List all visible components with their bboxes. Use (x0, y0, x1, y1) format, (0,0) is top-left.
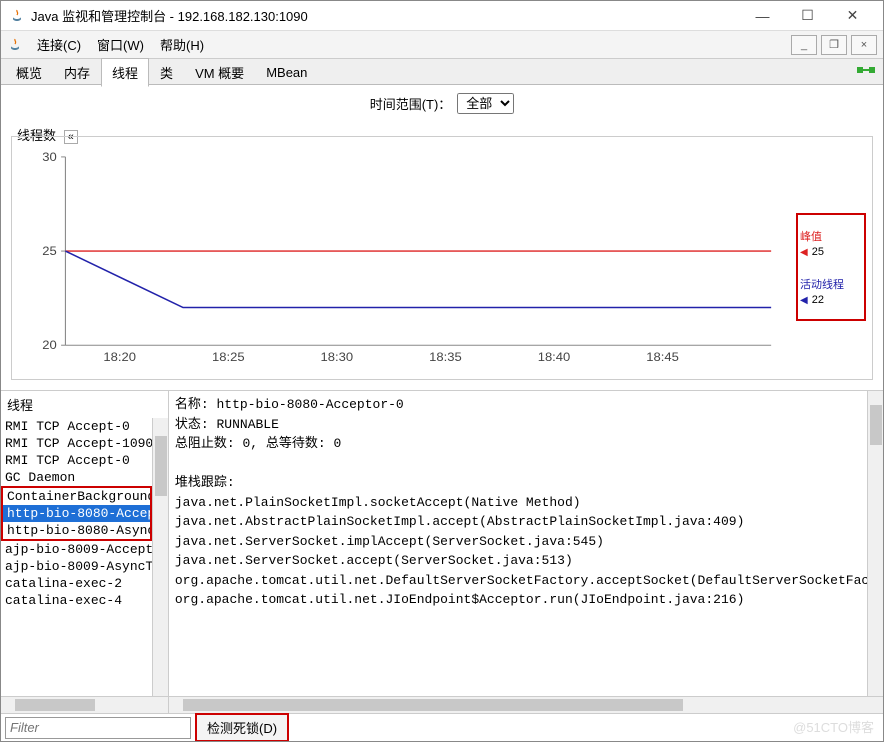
detail-waited-value: 0 (334, 436, 342, 451)
chart-area: 20 25 30 18:20 18:25 18:30 18:35 18:40 18:45 (22, 147, 782, 369)
content-area: 时间范围(T)： 全部 线程数 « 20253018:2018:2518:301… (1, 85, 883, 741)
thread-row[interactable]: ajp-bio-8009-Acceptor- (1, 541, 152, 558)
bottom-bar: 检测死锁(D) (1, 713, 883, 741)
tabbar: 概览 内存 线程 类 VM 概要 MBean (1, 59, 883, 85)
legend-peak-label: 峰值 (800, 228, 862, 244)
legend-peak: 峰值 ◀ 25 (800, 228, 862, 258)
thread-row[interactable]: RMI TCP Accept-0 (1, 452, 152, 469)
time-range-row: 时间范围(T)： 全部 (1, 85, 883, 121)
left-arrow-icon: ◀ (800, 295, 808, 306)
chart-legend: 峰值 ◀ 25 活动线程 ◀ 22 (796, 213, 866, 321)
detail-blocked-label: 总阻止数: (175, 436, 235, 451)
tab-mbean[interactable]: MBean (255, 60, 318, 84)
thread-row[interactable]: http-bio-8080-AsyncTim (1, 522, 152, 541)
detect-deadlock-button[interactable]: 检测死锁(D) (195, 713, 289, 741)
thread-list[interactable]: RMI TCP Accept-0RMI TCP Accept-1090RMI T… (1, 418, 168, 696)
chart-panel: 线程数 « 20253018:2018:2518:3018:3518:4018:… (11, 125, 873, 380)
svg-text:18:20: 18:20 (103, 351, 136, 364)
java-icon (7, 37, 23, 53)
watermark: @51CTO博客 (793, 717, 874, 736)
filter-input[interactable] (5, 717, 191, 739)
titlebar: Java 监视和管理控制台 - 192.168.182.130:1090 — ☐… (1, 1, 883, 31)
thread-row[interactable]: catalina-exec-2 (1, 575, 152, 592)
menu-window[interactable]: 窗口(W) (89, 33, 152, 56)
chart-box: 20 25 30 18:20 18:25 18:30 18:35 18:40 18:45 峰值 … (11, 136, 873, 380)
svg-text:18:45: 18:45 (646, 351, 679, 364)
legend-peak-value: 25 (812, 246, 824, 258)
time-range-select[interactable]: 全部 (457, 93, 514, 114)
tab-vm-summary[interactable]: VM 概要 (184, 58, 255, 86)
minimize-button[interactable]: — (740, 2, 785, 30)
window-controls: — ☐ ✕ (740, 2, 875, 30)
tab-classes[interactable]: 类 (149, 58, 184, 86)
detail-state-value: RUNNABLE (217, 417, 279, 432)
tab-overview[interactable]: 概览 (5, 58, 53, 86)
connection-status-icon (857, 64, 875, 79)
mdi-close-button[interactable]: × (851, 35, 877, 55)
svg-text:20: 20 (42, 339, 57, 352)
menubar: 连接(C) 窗口(W) 帮助(H) _ ❐ × (1, 31, 883, 59)
svg-text:25: 25 (42, 245, 57, 258)
svg-text:18:25: 18:25 (212, 351, 245, 364)
thread-row[interactable]: ContainerBackgroundPro (1, 486, 152, 505)
thread-list-vscroll[interactable] (152, 418, 168, 696)
window-title: Java 监视和管理控制台 - 192.168.182.130:1090 (31, 6, 740, 25)
thread-row[interactable]: ajp-bio-8009-AsyncTime (1, 558, 152, 575)
menu-help[interactable]: 帮助(H) (152, 33, 212, 56)
svg-text:30: 30 (42, 150, 57, 163)
legend-live-label: 活动线程 (800, 276, 862, 292)
legend-live: 活动线程 ◀ 22 (800, 276, 862, 306)
stack-line: org.apache.tomcat.util.net.JIoEndpoint$A… (175, 590, 877, 610)
maximize-button[interactable]: ☐ (785, 2, 830, 30)
bottom-panel: 线程 RMI TCP Accept-0RMI TCP Accept-1090RM… (1, 390, 883, 741)
detail-state-label: 状态: (175, 417, 209, 432)
mdi-minimize-button[interactable]: _ (791, 35, 817, 55)
svg-text:18:30: 18:30 (321, 351, 354, 364)
thread-row[interactable]: RMI TCP Accept-1090 (1, 435, 152, 452)
svg-text:18:35: 18:35 (429, 351, 462, 364)
bottom-main: 线程 RMI TCP Accept-0RMI TCP Accept-1090RM… (1, 391, 883, 713)
tab-threads[interactable]: 线程 (101, 58, 149, 87)
mdi-restore-button[interactable]: ❐ (821, 35, 847, 55)
detail-hscroll[interactable] (169, 696, 883, 713)
stack-line: org.apache.tomcat.util.net.DefaultServer… (175, 571, 877, 591)
stack-label: 堆栈跟踪: (175, 473, 877, 493)
legend-live-value: 22 (812, 294, 824, 306)
detail-name-value: http-bio-8080-Acceptor-0 (217, 397, 404, 412)
left-arrow-icon: ◀ (800, 247, 808, 258)
thread-row[interactable]: catalina-exec-4 (1, 592, 152, 609)
java-icon (9, 8, 25, 24)
svg-text:18:40: 18:40 (538, 351, 571, 364)
detail-blocked-value: 0, (243, 436, 259, 451)
tab-memory[interactable]: 内存 (53, 58, 101, 86)
stack-line: java.net.AbstractPlainSocketImpl.accept(… (175, 512, 877, 532)
thread-list-hscroll[interactable] (1, 696, 168, 713)
thread-row[interactable]: http-bio-8080-Acceptor (1, 505, 152, 522)
stack-line: java.net.ServerSocket.accept(ServerSocke… (175, 551, 877, 571)
detail-vscroll[interactable] (867, 391, 883, 696)
close-button[interactable]: ✕ (830, 2, 875, 30)
stack-line: java.net.ServerSocket.implAccept(ServerS… (175, 532, 877, 552)
mdi-controls: _ ❐ × (791, 35, 877, 55)
detail-name-label: 名称: (175, 397, 209, 412)
thread-row[interactable]: GC Daemon (1, 469, 152, 486)
thread-detail-panel: 名称: http-bio-8080-Acceptor-0 状态: RUNNABL… (169, 391, 883, 713)
thread-list-label: 线程 (1, 391, 168, 418)
time-range-label: 时间范围(T)： (370, 94, 452, 113)
thread-detail-content: 名称: http-bio-8080-Acceptor-0 状态: RUNNABL… (169, 391, 883, 696)
detail-waited-label: 总等待数: (258, 436, 326, 451)
thread-row[interactable]: RMI TCP Accept-0 (1, 418, 152, 435)
thread-list-panel: 线程 RMI TCP Accept-0RMI TCP Accept-1090RM… (1, 391, 169, 713)
stack-line: java.net.PlainSocketImpl.socketAccept(Na… (175, 493, 877, 513)
main-window: Java 监视和管理控制台 - 192.168.182.130:1090 — ☐… (0, 0, 884, 742)
menu-connect[interactable]: 连接(C) (29, 33, 89, 56)
